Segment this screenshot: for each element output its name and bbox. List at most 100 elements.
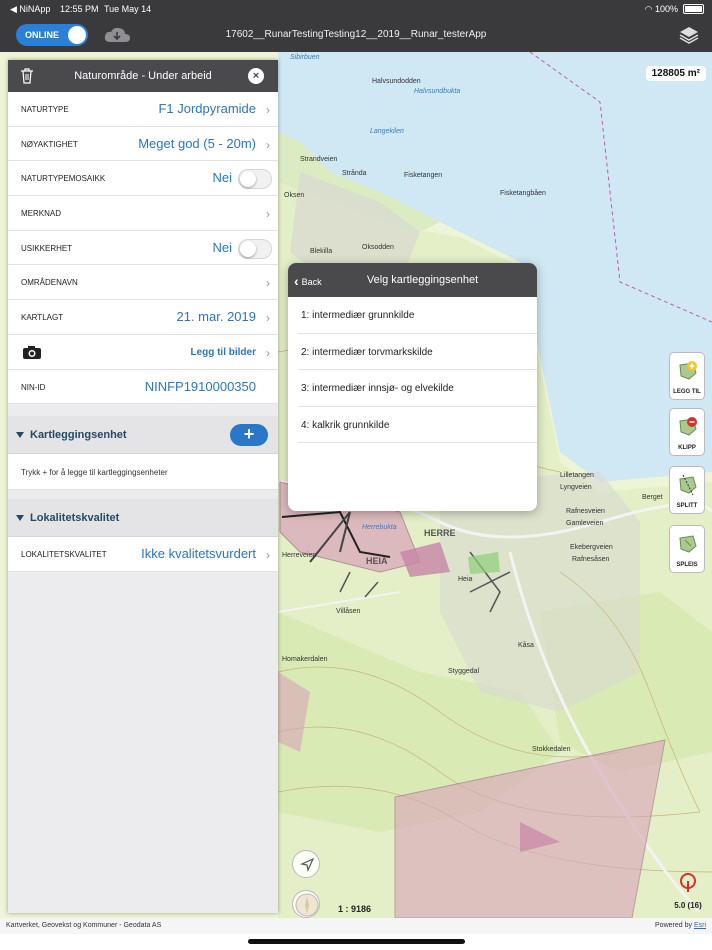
chevron-right-icon: › [266,311,270,326]
map-label: Fisketangen [404,172,443,179]
attribute-list: NATURTYPE F1 Jordpyramide › NØYAKTIGHET … [8,92,278,405]
close-icon[interactable]: × [248,68,264,84]
cut-polygon-button[interactable]: KLIPP [669,408,705,456]
row-note[interactable]: MERKNAD › [8,196,278,231]
battery-label: 100% [654,4,678,14]
list-item-label: 1: intermediær grunnkilde [301,310,415,321]
chevron-right-icon: › [266,137,270,152]
add-polygon-button[interactable]: LEGG TIL [669,352,705,400]
chevron-right-icon: › [266,103,270,117]
camera-icon [23,345,41,359]
map-label: Strånda [342,170,367,177]
row-value: Nei [212,239,232,255]
map-label: Villåsen [336,608,361,615]
area-measurement: 128805 m² [645,66,706,81]
list-item[interactable]: 3: intermediær innsjø- og elvekilde [298,370,537,407]
map-label: Lilletangen [560,472,594,479]
locate-button[interactable] [292,850,320,878]
back-label: Back [301,277,322,287]
online-toggle-knob [68,26,86,44]
chevron-left-icon: ‹ [294,273,299,289]
row-label: NIN-ID [21,382,46,392]
row-label: MERKNAD [21,209,62,219]
list-item[interactable]: 4: kalkrik grunnkilde [298,407,537,443]
online-label: ONLINE [25,30,60,40]
row-naturtype[interactable]: NATURTYPE F1 Jordpyramide › [8,92,278,127]
top-bar: ONLINE 17602__RunarTestingTesting12__201… [0,18,712,52]
row-locality-quality[interactable]: LOKALITETSKVALITET Ikke kvalitetsvurdert… [8,537,278,572]
row-area-name[interactable]: OMRÅDENAVN › [8,265,278,301]
row-value: Nei [212,170,232,186]
row-value: F1 Jordpyramide [158,101,256,116]
gps-accuracy-icon [680,873,696,892]
list-item[interactable]: 1: intermediær grunnkilde [298,297,537,334]
collapse-triangle-icon [16,515,24,521]
popover-header: ‹ Back Velg kartleggingsenhet [288,263,537,297]
map-label: Oksen [284,192,305,199]
status-date: Tue May 14 [104,4,152,14]
chevron-right-icon: › [266,548,270,562]
document-title: 17602__RunarTestingTesting12__2019__Runa… [225,29,487,40]
panel-header: Naturområde - Under arbeid × [8,60,278,92]
row-label: KARTLAGT [21,313,64,323]
back-to-app-link[interactable]: ◀ NiNApp [10,4,50,15]
battery-percent: ◠ 100% [645,4,678,15]
map-label: Kåsa [518,642,534,649]
list-item-label: 2: intermediær torvmarkskilde [301,346,433,358]
map-label: Herrebukta [362,524,397,531]
uncertainty-toggle[interactable] [238,238,272,259]
chevron-right-icon: › [266,276,270,291]
add-photos-link[interactable]: Legg til bilder [190,347,256,358]
battery-icon [683,4,704,14]
section-title: Kartleggingsenhet [30,429,127,441]
cloud-download-icon[interactable] [103,25,131,45]
wifi-icon: ◠ [644,4,653,14]
row-mapped-date[interactable]: KARTLAGT 21. mar. 2019 › [8,300,278,335]
row-value: 21. mar. 2019 [176,309,257,325]
layers-icon[interactable] [678,24,700,46]
map-label: Heia [458,576,473,583]
row-label: NØYAKTIGHET [21,139,78,149]
row-photos[interactable]: Legg til bilder › [8,335,278,370]
row-label: NATURTYPE [21,105,69,114]
online-toggle[interactable]: ONLINE [16,24,88,46]
trash-icon[interactable] [20,68,34,84]
back-button[interactable]: ‹ Back [294,272,322,289]
row-value: Meget god (5 - 20m) [138,135,256,151]
split-polygon-button[interactable]: SPLITT [669,466,705,514]
section-locality-quality[interactable]: Lokalitetskvalitet [8,499,278,537]
powered-by: Powered by Esri [655,922,706,929]
mosaic-toggle[interactable] [238,169,272,190]
section-mapping-units[interactable]: Kartleggingsenhet + [8,416,278,454]
row-accuracy[interactable]: NØYAKTIGHET Meget god (5 - 20m) › [8,127,278,162]
esri-link[interactable]: Esri [694,922,706,929]
row-label: LOKALITETSKVALITET [21,550,107,559]
map-label: Ekebergveien [570,544,613,551]
powered-by-prefix: Powered by [655,922,694,929]
add-label: LEGG TIL [673,389,701,395]
split-polygon-icon [679,474,697,496]
list-item[interactable]: 2: intermediær torvmarkskilde [298,334,537,370]
nature-area-panel: Naturområde - Under arbeid × NATURTYPE F… [8,60,278,913]
map-label: Sibirbuen [290,54,320,61]
add-polygon-icon [679,361,697,380]
quality-list: LOKALITETSKVALITET Ikke kvalitetsvurdert… [8,537,278,572]
split-label: SPLITT [676,503,698,509]
list-item-label: 4: kalkrik grunnkilde [301,419,390,431]
map-label: Gamleveien [566,520,604,527]
compass-button[interactable] [292,890,320,918]
map-label: Oksodden [362,244,394,251]
row-label: OMRÅDENAVN [21,278,78,288]
row-label: USIKKERHET [21,243,73,253]
chevron-right-icon: › [266,207,270,222]
add-mapping-unit-button[interactable]: + [230,424,268,446]
mapping-hint: Trykk + for å legge til kartleggingsenhe… [8,454,278,490]
popover-title: Velg kartleggingsenhet [366,274,479,286]
map-label: Fisketangbåen [500,190,546,197]
list-item-label: 3: intermediær innsjø- og elvekilde [301,383,454,394]
zoom-level: 5.0 (16) [674,901,702,910]
merge-polygon-button[interactable]: SPLEIS [669,525,705,573]
cut-label: KLIPP [678,445,696,451]
mapping-unit-popover: ‹ Back Velg kartleggingsenhet 1: intermed… [288,263,537,511]
row-uncertainty: USIKKERHET Nei [8,231,278,266]
